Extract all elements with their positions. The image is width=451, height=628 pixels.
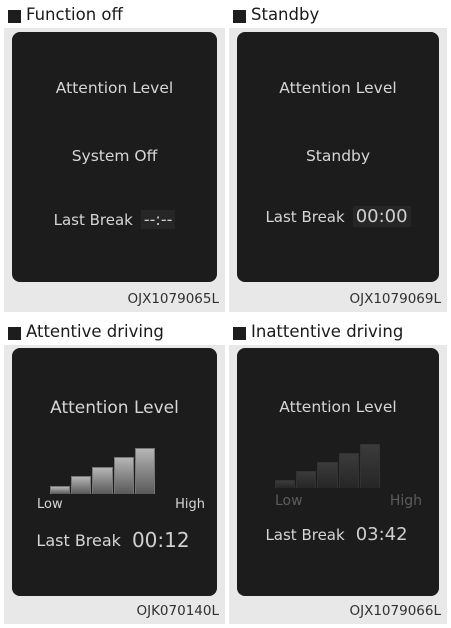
- panel-header: Inattentive driving: [229, 321, 447, 345]
- image-code: OJX1079065L: [127, 291, 219, 307]
- last-break-row: Last Break --:--: [12, 209, 217, 229]
- last-break-label: Last Break: [53, 210, 133, 229]
- cluster-screen: Attention Level Low High Last Break 03:42: [237, 348, 439, 596]
- attention-bar: [275, 480, 296, 488]
- panel-header: Function off: [4, 4, 225, 28]
- square-bullet-icon: [233, 327, 246, 340]
- status-text: Standby: [305, 147, 371, 165]
- image-code: OJK070140L: [136, 603, 219, 619]
- cluster-screen: Attention Level Low High Last Break 00:12: [12, 348, 217, 596]
- last-break-value: --:--: [140, 210, 176, 229]
- last-break-row: Last Break 00:00: [237, 206, 439, 227]
- attention-level-label: Attention Level: [279, 79, 397, 97]
- status-text: System Off: [71, 147, 158, 165]
- high-label: High: [175, 497, 205, 512]
- last-break-value: 00:12: [131, 528, 190, 552]
- high-label: High: [389, 493, 422, 509]
- last-break-row: Last Break 03:42: [237, 524, 439, 545]
- panel-standby: Standby Attention Level Standby Last Bre…: [229, 4, 447, 312]
- last-break-label: Last Break: [265, 525, 345, 544]
- attention-bar: [134, 448, 155, 494]
- panel-title: Function off: [26, 5, 123, 24]
- cluster-screen: Attention Level Standby Last Break 00:00: [237, 32, 439, 282]
- attention-level-meter: [275, 444, 381, 488]
- square-bullet-icon: [8, 10, 21, 23]
- last-break-value: 00:00: [352, 206, 411, 227]
- cluster-screen: Attention Level System Off Last Break --:…: [12, 32, 217, 282]
- attention-level-label: Attention Level: [50, 398, 179, 418]
- panel-inattentive-driving: Inattentive driving Attention Level Low …: [229, 321, 447, 624]
- panel-title: Inattentive driving: [251, 322, 404, 341]
- attention-bar: [50, 485, 71, 494]
- low-label: Low: [275, 493, 303, 509]
- last-break-row: Last Break 00:12: [12, 528, 217, 552]
- panel-title: Standby: [251, 5, 320, 24]
- image-code: OJX1079066L: [349, 603, 441, 619]
- last-break-label: Last Break: [36, 530, 121, 550]
- panel-header: Standby: [229, 4, 447, 28]
- attention-level-meter: [50, 448, 156, 494]
- attention-bar: [317, 462, 338, 488]
- attention-bar: [113, 457, 134, 494]
- attention-bar: [338, 453, 359, 488]
- square-bullet-icon: [8, 327, 21, 340]
- attention-bar: [296, 471, 317, 488]
- image-code: OJX1079069L: [349, 291, 441, 307]
- panel-function-off: Function off Attention Level System Off …: [4, 4, 225, 312]
- panel-header: Attentive driving: [4, 321, 225, 345]
- attention-bar: [359, 444, 380, 488]
- low-label: Low: [37, 497, 63, 512]
- panel-attentive-driving: Attentive driving Attention Level Low Hi…: [4, 321, 225, 624]
- attention-level-label: Attention Level: [55, 79, 174, 97]
- panel-title: Attentive driving: [26, 322, 164, 341]
- last-break-value: 03:42: [355, 524, 408, 545]
- last-break-label: Last Break: [265, 207, 345, 226]
- square-bullet-icon: [233, 10, 246, 23]
- attention-bar: [92, 466, 113, 494]
- attention-level-label: Attention Level: [279, 398, 397, 416]
- attention-bar: [71, 476, 92, 494]
